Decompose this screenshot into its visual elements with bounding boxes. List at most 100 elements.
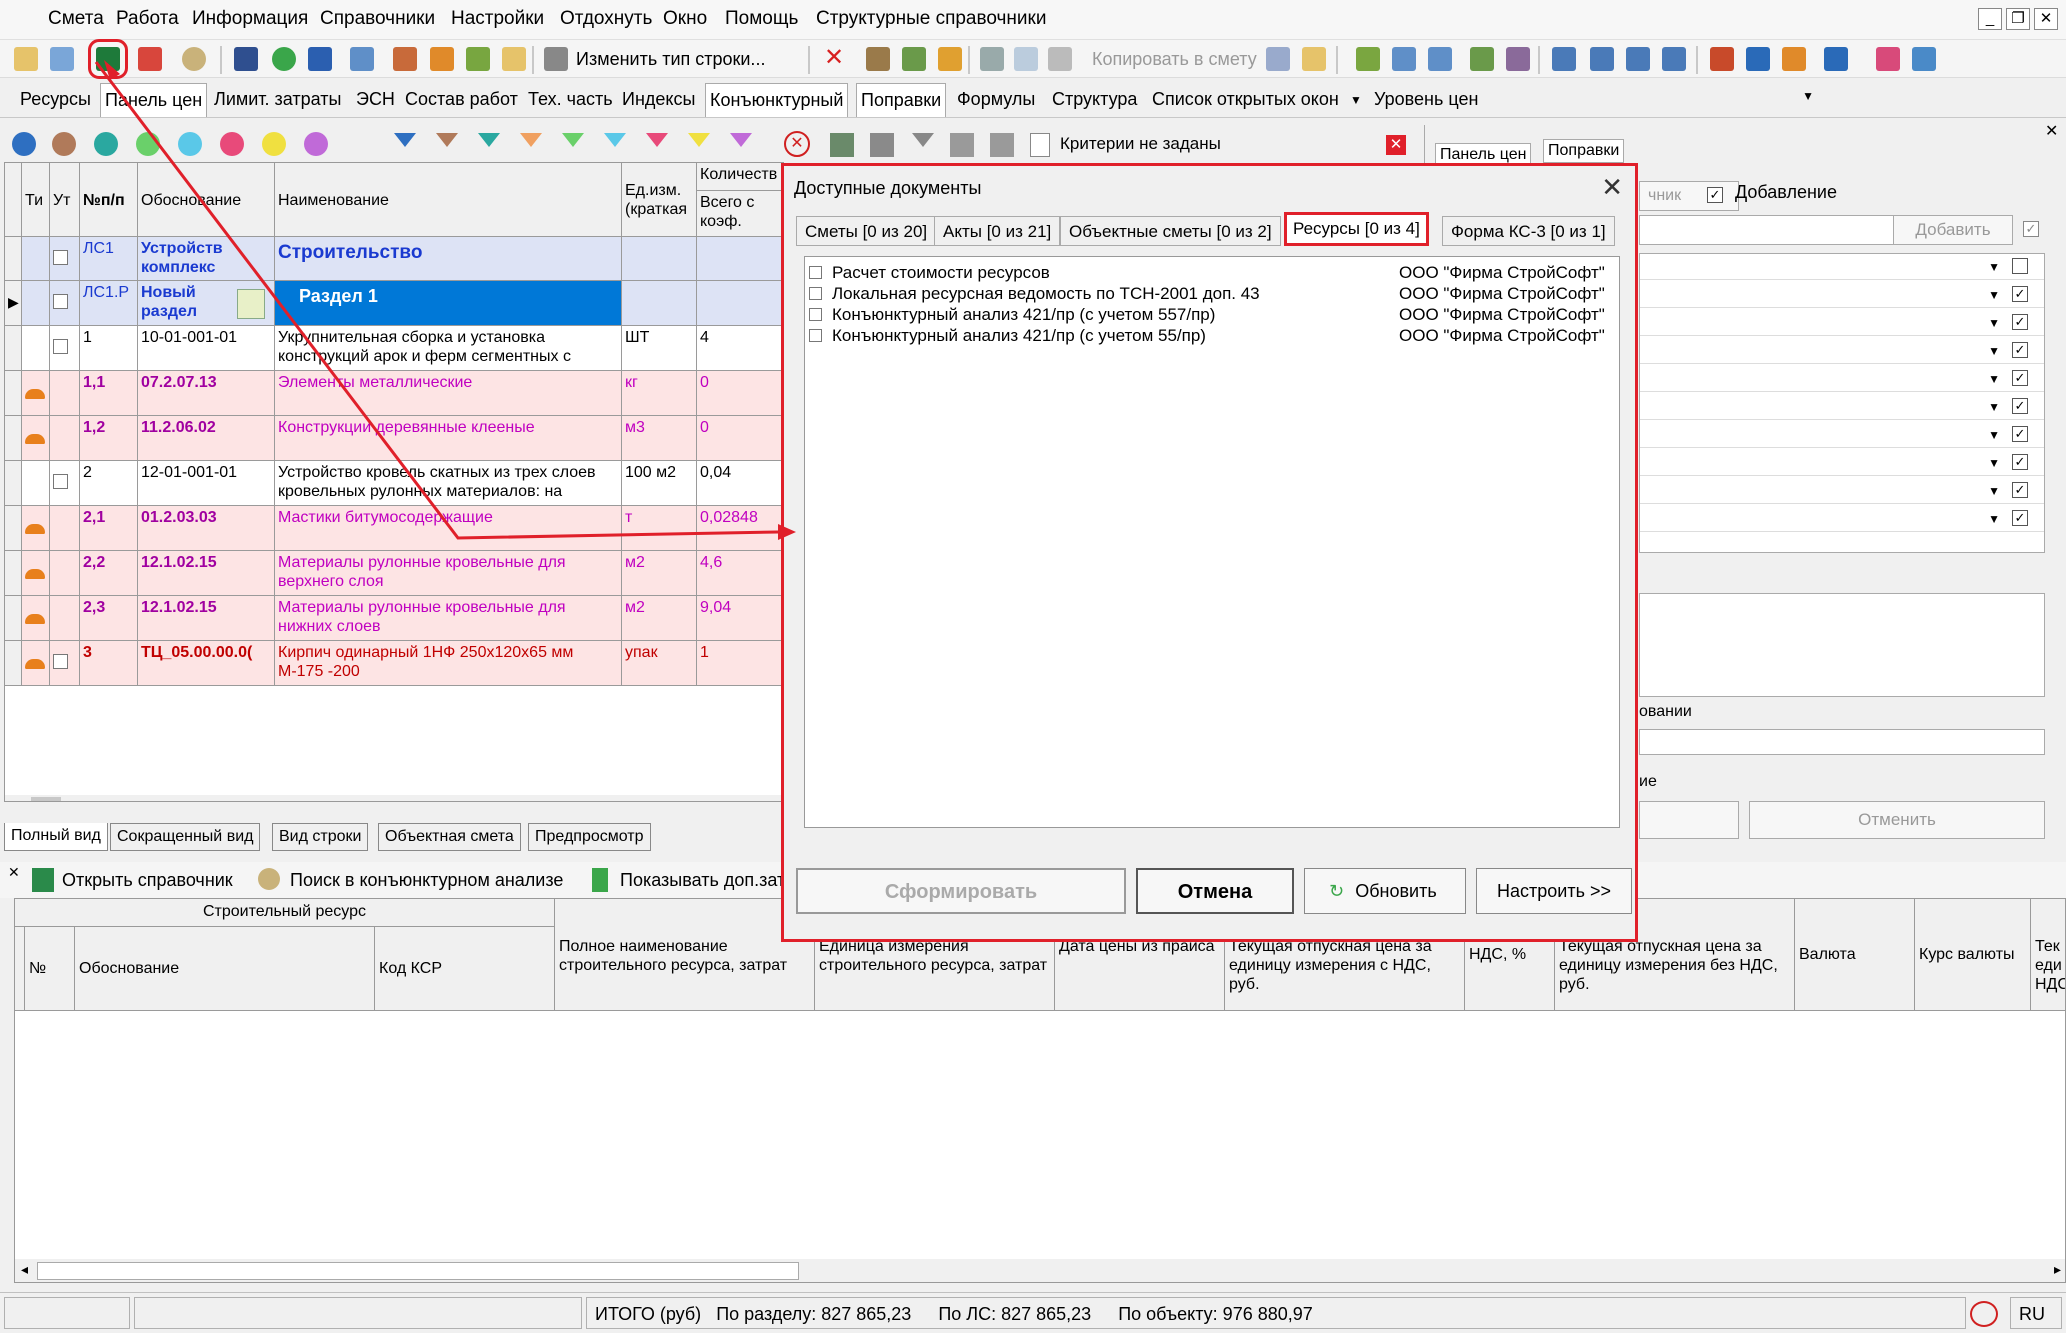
close-icon[interactable]: ✕ <box>1601 172 1623 203</box>
col-unit[interactable]: Ед.изм. (краткая <box>622 163 697 237</box>
search-conjuncture-button[interactable]: Поиск в конъюнктурном анализе <box>290 870 563 891</box>
redo-icon[interactable] <box>350 47 374 71</box>
row-basis[interactable]: Устройств комплекс <box>138 237 275 281</box>
color-filter-blue[interactable] <box>12 132 36 156</box>
show-extra-button[interactable]: Показывать доп.зат <box>620 870 785 891</box>
color-filter-pink[interactable] <box>220 132 244 156</box>
row-num[interactable]: 1 <box>80 326 138 371</box>
partial-field[interactable] <box>1639 729 2045 755</box>
row-checkbox[interactable]: ✓ <box>2012 370 2028 386</box>
tab-open-windows[interactable]: Список открытых окон <box>1148 87 1343 112</box>
row-num[interactable]: 2,3 <box>80 596 138 641</box>
menu-help[interactable]: Помощь <box>725 8 798 30</box>
clipboard-icon[interactable] <box>1048 47 1072 71</box>
pr-icon[interactable] <box>1428 47 1452 71</box>
tab-object-estimates[interactable]: Объектные сметы [0 из 2] <box>1060 216 1281 246</box>
printer-icon[interactable] <box>544 47 568 71</box>
row-checkbox[interactable]: ✓ <box>2012 286 2028 302</box>
row-unit[interactable]: ШТ <box>622 326 697 371</box>
clear-filter-icon[interactable]: ✕ <box>784 131 810 157</box>
row-basis[interactable]: 12-01-001-01 <box>138 461 275 506</box>
row-name[interactable]: Мастики битумосодержащие <box>275 506 622 551</box>
copy-to-estimate-button[interactable]: Копировать в смету <box>1092 49 1257 70</box>
menu-info[interactable]: Информация <box>192 8 308 30</box>
tab-limit-costs[interactable]: Лимит. затраты <box>210 87 345 112</box>
paste-doc-icon[interactable] <box>1302 47 1326 71</box>
tab-conjuncture[interactable]: Конъюнктурный <box>705 83 849 117</box>
minimize-icon[interactable]: _ <box>1978 8 2002 30</box>
align2-icon[interactable] <box>1662 47 1686 71</box>
tab-row-view[interactable]: Вид строки <box>272 823 369 851</box>
funnel-icon[interactable] <box>688 133 710 147</box>
comment-icon[interactable] <box>502 47 526 71</box>
tab-ks3[interactable]: Форма КС-3 [0 из 1] <box>1442 216 1615 246</box>
row-checkbox[interactable] <box>53 474 68 489</box>
row-num[interactable]: 3 <box>80 641 138 686</box>
close-icon[interactable]: ✕ <box>2034 8 2058 30</box>
funnel-icon[interactable] <box>604 133 626 147</box>
item-checkbox[interactable] <box>809 266 822 279</box>
scroll-thumb[interactable] <box>31 797 61 801</box>
tab-preview[interactable]: Предпросмотр <box>528 823 651 851</box>
rows-icon[interactable] <box>870 133 894 157</box>
chevron-down-icon[interactable]: ▼ <box>1350 93 1362 107</box>
col-basis[interactable]: Обоснование <box>138 163 275 237</box>
row-unit[interactable]: упак <box>622 641 697 686</box>
books-blue-icon[interactable] <box>1912 47 1936 71</box>
chevron-down-icon[interactable]: ▼ <box>1988 456 2000 470</box>
tab-object-estimate[interactable]: Объектная смета <box>378 823 521 851</box>
row-checkbox[interactable]: ✓ <box>2012 454 2028 470</box>
list-item[interactable]: Конъюнктурный анализ 421/пр (с учетом 55… <box>809 326 1206 346</box>
row-qty[interactable]: 0 <box>697 371 783 416</box>
funnel-icon[interactable] <box>562 133 584 147</box>
apply-button[interactable] <box>1639 801 1739 839</box>
row-unit[interactable]: т <box>622 506 697 551</box>
scroll-right-icon[interactable]: ▸ <box>2054 1261 2061 1278</box>
resource-icon[interactable] <box>430 47 454 71</box>
chevron-down-icon[interactable]: ▼ <box>1988 344 2000 358</box>
color-filter-green[interactable] <box>136 132 160 156</box>
row-num[interactable]: 2,2 <box>80 551 138 596</box>
align-icon[interactable] <box>1626 47 1650 71</box>
funnel-icon[interactable] <box>520 133 542 147</box>
chevron-down-icon[interactable]: ▼ <box>1988 428 2000 442</box>
outdent-icon[interactable] <box>1590 47 1614 71</box>
tab-tech-part[interactable]: Тех. часть <box>524 87 617 112</box>
machine-icon[interactable] <box>1746 47 1770 71</box>
row-basis[interactable]: 10-01-001-01 <box>138 326 275 371</box>
tab-work-composition[interactable]: Состав работ <box>401 87 522 112</box>
row-basis[interactable]: 01.2.03.03 <box>138 506 275 551</box>
col-check[interactable]: Ут <box>50 163 80 237</box>
row-basis[interactable]: 07.2.07.13 <box>138 371 275 416</box>
item-checkbox[interactable] <box>809 308 822 321</box>
list-item[interactable]: Локальная ресурсная ведомость по ТСН-200… <box>809 284 1260 304</box>
col-qty[interactable]: Количеств <box>697 163 783 191</box>
row-unit[interactable]: м2 <box>622 551 697 596</box>
row-name[interactable]: Материалы рулонные кровельные для нижних… <box>275 596 622 641</box>
paste-icon[interactable] <box>902 47 926 71</box>
color-filter-brown[interactable] <box>52 132 76 156</box>
chevron-down-icon[interactable]: ▼ <box>1988 484 2000 498</box>
worker-icon[interactable] <box>1710 47 1734 71</box>
row-name[interactable]: Материалы рулонные кровельные для верхне… <box>275 551 622 596</box>
row-name[interactable]: Устройство кровель скатных из трех слоев… <box>275 461 622 506</box>
horizontal-scrollbar[interactable]: < <box>5 795 783 801</box>
change-row-type-button[interactable]: Изменить тип строки... <box>576 49 765 70</box>
col-rate[interactable]: Курс валюты <box>1915 899 2031 1011</box>
row-num[interactable]: 2,1 <box>80 506 138 551</box>
chevron-down-icon[interactable]: ▼ <box>1988 288 2000 302</box>
row-checkbox[interactable]: ✓ <box>2012 482 2028 498</box>
copy-doc-icon[interactable] <box>1266 47 1290 71</box>
row-checkbox[interactable]: ✓ <box>2012 426 2028 442</box>
selector-combo[interactable]: ▼ <box>1639 215 1933 245</box>
col-basis[interactable]: Обоснование <box>75 927 375 1011</box>
menu-window[interactable]: Окно <box>663 8 707 30</box>
p-icon[interactable] <box>1392 47 1416 71</box>
col-current[interactable]: Тек еди НДС <box>2031 899 2065 1011</box>
row-checkbox[interactable] <box>53 339 68 354</box>
tab-acts[interactable]: Акты [0 из 21] <box>934 216 1061 246</box>
book-icon[interactable] <box>1356 47 1380 71</box>
row-unit[interactable]: м3 <box>622 416 697 461</box>
color-filter-purple[interactable] <box>304 132 328 156</box>
col-full-name[interactable]: Полное наименование строительного ресурс… <box>555 899 815 1011</box>
